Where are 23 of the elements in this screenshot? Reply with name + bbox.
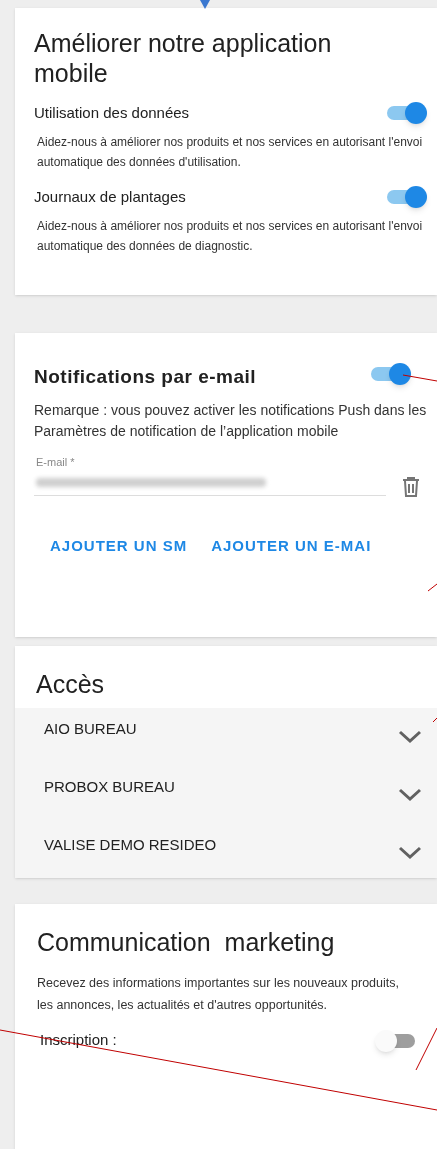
setting-description: Aidez-nous à améliorer nos produits et nos services en autorisant l'envoi automatique des données de diagnostic. bbox=[36, 218, 424, 255]
pointer-icon bbox=[200, 0, 210, 9]
chevron-icon[interactable] bbox=[398, 846, 422, 860]
email-field[interactable] bbox=[34, 477, 386, 496]
access-item[interactable]: VALISE DEMO RESIDEO bbox=[15, 832, 437, 890]
section-title: Accès bbox=[35, 669, 106, 700]
access-item[interactable]: AIO BUREAU bbox=[15, 716, 437, 774]
marketing-description: Recevez des informations importantes sur les nouveaux produits, les annonces, les actualités et d'autres opportunités. bbox=[37, 974, 400, 1014]
setting-label: Utilisation des données bbox=[34, 102, 190, 123]
section-title: Notifications par e-mail bbox=[34, 365, 257, 390]
add-button[interactable]: AJOUTER UN E-MAI bbox=[211, 534, 372, 557]
setting-description: Aidez-nous à améliorer nos produits et nos services en autorisant l'envoi automatique des données d'utilisation. bbox=[36, 134, 424, 171]
section-title: Communication marketing bbox=[37, 927, 336, 958]
section-title: Améliorer notre application mobile bbox=[34, 28, 333, 88]
chevron-icon[interactable] bbox=[398, 788, 422, 802]
trash-icon[interactable] bbox=[402, 476, 420, 497]
add-button[interactable]: AJOUTER UN SM bbox=[50, 534, 188, 557]
field-label: E-mail * bbox=[35, 455, 76, 470]
chevron-icon[interactable] bbox=[398, 730, 422, 744]
access-item[interactable]: PROBOX BUREAU bbox=[15, 774, 437, 832]
note-text: Remarque : vous pouvez activer les notifications Push dans les Paramètres de notification de l’application mobile bbox=[34, 401, 427, 441]
setting-label: Journaux de plantages bbox=[34, 186, 186, 207]
subscribe-label: Inscription : bbox=[39, 1030, 117, 1051]
